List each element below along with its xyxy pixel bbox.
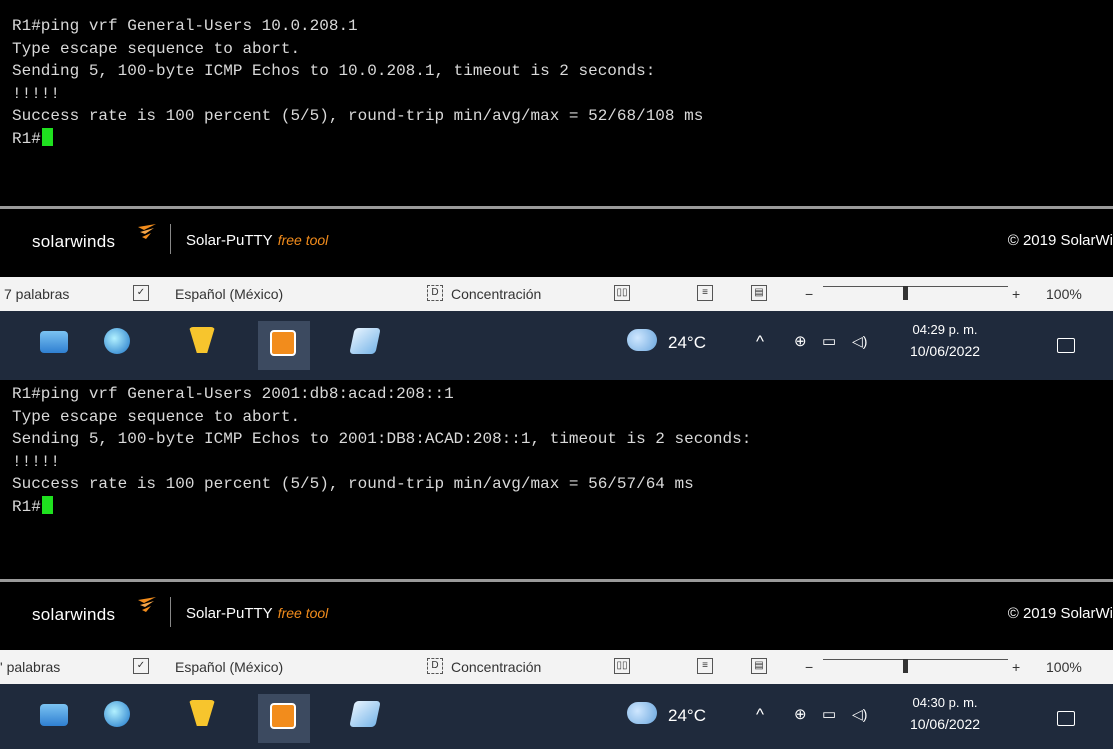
word-statusbar: 7 palabras ✓ Español (México) D Concentr… (0, 277, 1113, 311)
notification-icon[interactable] (1057, 338, 1075, 353)
print-layout-icon[interactable]: ≡ (697, 658, 713, 674)
zoom-in-button[interactable]: + (1012, 659, 1020, 675)
read-mode-icon[interactable]: ▯▯ (614, 658, 630, 674)
terminal-cursor (41, 495, 53, 514)
terminal-output-bottom[interactable]: R1#ping vrf General-Users 2001:db8:acad:… (0, 380, 1113, 579)
solarwinds-flame-icon (138, 597, 156, 612)
zoom-slider[interactable] (823, 286, 1008, 287)
divider (170, 597, 171, 627)
notification-icon[interactable] (1057, 711, 1075, 726)
volume-icon[interactable]: ◁) (852, 706, 867, 723)
terminal-output-top[interactable]: R1#ping vrf General-Users 10.0.208.1 Typ… (0, 0, 1113, 206)
chevron-up-icon[interactable]: ^ (756, 705, 764, 725)
terminal-line: Sending 5, 100-byte ICMP Echos to 10.0.2… (12, 62, 656, 80)
clock[interactable]: 04:29 p. m. 10/06/2022 (900, 321, 990, 369)
top-screenshot: R1#ping vrf General-Users 10.0.208.1 Typ… (0, 0, 1113, 380)
free-tool-tag: free tool (277, 232, 329, 248)
terminal-cursor (41, 127, 53, 146)
terminal-prompt-line: R1# (0, 127, 1113, 151)
solar-putty-icon[interactable] (270, 330, 296, 356)
volume-icon[interactable]: ◁) (852, 333, 867, 350)
browser-icon[interactable] (104, 328, 130, 354)
focus-mode-label[interactable]: Concentración (451, 286, 541, 302)
cloud-rain-icon[interactable] (627, 702, 657, 724)
zoom-out-button[interactable]: − (805, 286, 813, 302)
product-label: Solar-PuTTY (186, 232, 273, 249)
network-icon[interactable]: ⊕ (794, 332, 807, 350)
proofing-icon[interactable]: ✓ (133, 285, 149, 301)
taskbar: 24°C ^ ⊕ ▭ ◁) 04:30 p. m. 10/06/2022 (0, 684, 1113, 749)
terminal-line: R1#ping vrf General-Users 2001:db8:acad:… (12, 385, 454, 403)
solarwinds-flame-icon (138, 224, 156, 239)
notepad-icon[interactable] (349, 328, 381, 354)
solarwinds-logo: solarwinds (32, 232, 116, 251)
solar-putty-footer: solarwinds Solar-PuTTY free tool © 2019 S… (0, 582, 1113, 650)
cloud-rain-icon[interactable] (627, 329, 657, 351)
clock-date: 10/06/2022 (909, 343, 981, 359)
bottom-screenshot: R1#ping vrf General-Users 2001:db8:acad:… (0, 380, 1113, 749)
clock-time: 04:29 p. m. (912, 322, 978, 337)
terminal-line: Type escape sequence to abort. (12, 407, 301, 426)
focus-icon[interactable]: D (427, 658, 443, 674)
clock[interactable]: 04:30 p. m. 10/06/2022 (900, 694, 990, 742)
browser-icon[interactable] (104, 701, 130, 727)
terminal-line: Success rate is 100 percent (5/5), round… (12, 475, 694, 493)
read-mode-icon[interactable]: ▯▯ (614, 285, 630, 301)
focus-icon[interactable]: D (427, 285, 443, 301)
solarwinds-logo: solarwinds (32, 605, 116, 624)
taskbar: 24°C ^ ⊕ ▭ ◁) 04:29 p. m. 10/06/2022 (0, 311, 1113, 380)
weather-temp[interactable]: 24°C (668, 333, 706, 353)
focus-mode-label[interactable]: Concentración (451, 659, 541, 675)
display-icon[interactable]: ▭ (822, 332, 836, 350)
product-name[interactable]: Solar-PuTTY free tool (186, 232, 328, 249)
control-panel-icon[interactable] (40, 704, 68, 726)
language-indicator[interactable]: Español (México) (175, 286, 283, 302)
solar-putty-icon[interactable] (270, 703, 296, 729)
weather-temp[interactable]: 24°C (668, 706, 706, 726)
product-label: Solar-PuTTY (186, 605, 273, 622)
terminal-line: R1#ping vrf General-Users 10.0.208.1 (12, 17, 358, 35)
zoom-level[interactable]: 100% (1046, 286, 1082, 302)
clock-time: 04:30 p. m. (912, 695, 978, 710)
terminal-line: Type escape sequence to abort. (12, 39, 301, 58)
zoom-in-button[interactable]: + (1012, 286, 1020, 302)
web-layout-icon[interactable]: ▤ (751, 658, 767, 674)
chevron-up-icon[interactable]: ^ (756, 332, 764, 352)
network-icon[interactable]: ⊕ (794, 705, 807, 723)
word-count[interactable]: 7 palabras (4, 286, 69, 302)
notepad-icon[interactable] (349, 701, 381, 727)
web-layout-icon[interactable]: ▤ (751, 285, 767, 301)
terminal-line: !!!!! (12, 84, 61, 103)
zoom-slider-thumb[interactable] (903, 659, 908, 673)
solar-putty-footer: solarwinds Solar-PuTTY free tool © 2019 S… (0, 209, 1113, 277)
zoom-out-button[interactable]: − (805, 659, 813, 675)
word-statusbar: ' palabras ✓ Español (México) D Concentr… (0, 650, 1113, 684)
terminal-prompt: R1# (12, 129, 41, 148)
print-layout-icon[interactable]: ≡ (697, 285, 713, 301)
proofing-icon[interactable]: ✓ (133, 658, 149, 674)
product-name[interactable]: Solar-PuTTY free tool (186, 605, 328, 622)
terminal-prompt-line: R1# (0, 495, 1113, 519)
word-count[interactable]: ' palabras (0, 659, 60, 675)
packet-tracer-icon[interactable] (189, 700, 215, 726)
packet-tracer-icon[interactable] (189, 327, 215, 353)
control-panel-icon[interactable] (40, 331, 68, 353)
terminal-line: !!!!! (12, 452, 61, 471)
copyright-text: © 2019 SolarWi (1007, 232, 1113, 249)
terminal-prompt: R1# (12, 497, 41, 516)
terminal-line: Success rate is 100 percent (5/5), round… (12, 107, 704, 125)
zoom-slider-thumb[interactable] (903, 286, 908, 300)
zoom-level[interactable]: 100% (1046, 659, 1082, 675)
copyright-text: © 2019 SolarWi (1007, 605, 1113, 622)
terminal-line: Sending 5, 100-byte ICMP Echos to 2001:D… (12, 430, 752, 448)
zoom-slider[interactable] (823, 659, 1008, 660)
free-tool-tag: free tool (277, 605, 329, 621)
display-icon[interactable]: ▭ (822, 705, 836, 723)
divider (170, 224, 171, 254)
language-indicator[interactable]: Español (México) (175, 659, 283, 675)
clock-date: 10/06/2022 (909, 716, 981, 732)
